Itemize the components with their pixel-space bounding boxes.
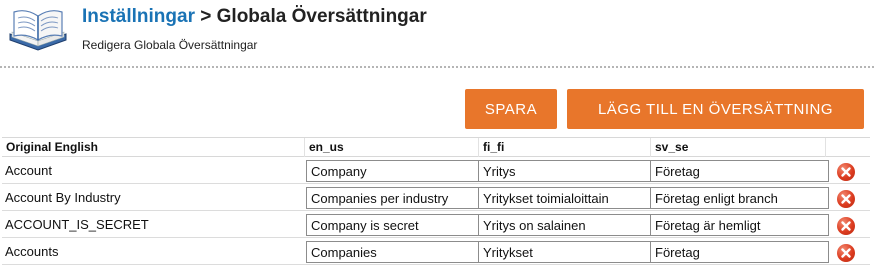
fi-fi-input[interactable]: [478, 214, 651, 236]
column-header-original: Original English: [6, 140, 99, 154]
sv-se-input[interactable]: [650, 241, 829, 263]
page-title: Inställningar > Globala Översättningar: [82, 6, 427, 28]
fi-fi-input[interactable]: [478, 241, 651, 263]
column-header-en-us: en_us: [304, 138, 478, 157]
header-divider: [0, 66, 874, 68]
page-header: Inställningar > Globala Översättningar R…: [0, 0, 874, 66]
table-row: ACCOUNT_IS_SECRET: [2, 211, 870, 238]
delete-x-icon[interactable]: [837, 244, 855, 262]
row-key: Account By Industry: [5, 190, 121, 205]
delete-x-icon[interactable]: [837, 163, 855, 181]
delete-x-icon[interactable]: [837, 217, 855, 235]
breadcrumb-separator: >: [200, 6, 212, 27]
save-button[interactable]: SPARA: [465, 89, 557, 129]
translations-table: Original English en_us fi_fi sv_se Accou…: [2, 137, 870, 265]
column-header-fi-fi: fi_fi: [478, 138, 650, 157]
delete-x-icon[interactable]: [837, 190, 855, 208]
en-us-input[interactable]: [306, 160, 479, 182]
table-row: Account: [2, 157, 870, 184]
en-us-input[interactable]: [306, 214, 479, 236]
breadcrumb-link-settings[interactable]: Inställningar: [82, 6, 195, 27]
sv-se-input[interactable]: [650, 160, 829, 182]
sv-se-input[interactable]: [650, 214, 829, 236]
page-subtitle: Redigera Globala Översättningar: [82, 38, 258, 52]
table-row: Account By Industry: [2, 184, 870, 211]
table-row: Accounts: [2, 238, 870, 265]
table-header: Original English en_us fi_fi sv_se: [2, 137, 870, 157]
row-key: ACCOUNT_IS_SECRET: [5, 217, 149, 232]
en-us-input[interactable]: [306, 187, 479, 209]
breadcrumb-current: Globala Översättningar: [216, 6, 427, 27]
column-header-actions: [825, 138, 870, 157]
column-header-sv-se: sv_se: [650, 138, 825, 157]
row-key: Accounts: [5, 244, 59, 259]
fi-fi-input[interactable]: [478, 187, 651, 209]
add-translation-button[interactable]: LÄGG TILL EN ÖVERSÄTTNING: [567, 89, 864, 129]
fi-fi-input[interactable]: [478, 160, 651, 182]
book-icon: [9, 10, 67, 51]
en-us-input[interactable]: [306, 241, 479, 263]
row-key: Account: [5, 163, 52, 178]
sv-se-input[interactable]: [650, 187, 829, 209]
